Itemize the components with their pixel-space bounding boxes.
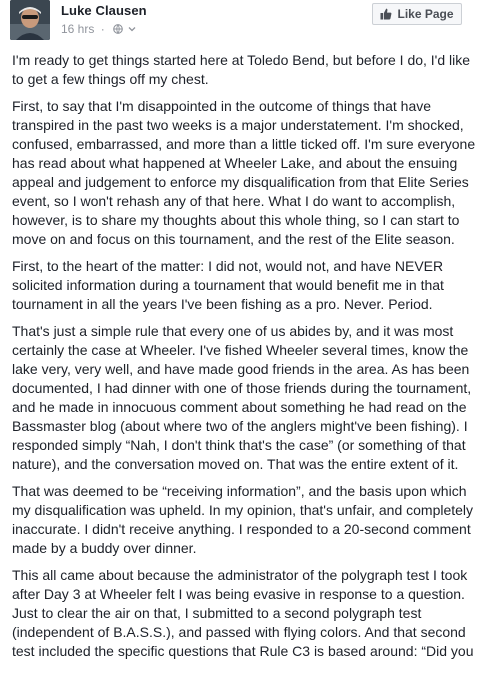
post-header: Luke Clausen 16 hrs · Like Page [0, 0, 492, 48]
author-name[interactable]: Luke Clausen [61, 3, 147, 18]
meta-separator: · [100, 22, 105, 36]
avatar[interactable] [10, 0, 50, 40]
post-meta: 16 hrs · [61, 22, 136, 36]
post-body: I'm ready to get things started here at … [12, 51, 480, 669]
post-paragraph: That was deemed to be “receiving informa… [12, 483, 474, 556]
like-page-label: Like Page [397, 7, 454, 21]
facebook-post: Luke Clausen 16 hrs · Like Page I'm read… [0, 0, 492, 692]
like-page-button[interactable]: Like Page [372, 3, 462, 25]
post-paragraph: This all came about because the administ… [12, 567, 474, 659]
thumbs-up-icon [380, 8, 392, 20]
globe-icon [113, 24, 123, 34]
chevron-down-icon[interactable] [128, 25, 136, 33]
post-paragraph: That's just a simple rule that every one… [12, 323, 472, 472]
avatar-photo [10, 0, 50, 40]
post-paragraph: First, to the heart of the matter: I did… [12, 258, 444, 312]
post-timestamp[interactable]: 16 hrs [61, 22, 94, 36]
post-paragraph: I'm ready to get things started here at … [12, 52, 471, 87]
post-paragraph: First, to say that I'm disappointed in t… [12, 98, 476, 247]
